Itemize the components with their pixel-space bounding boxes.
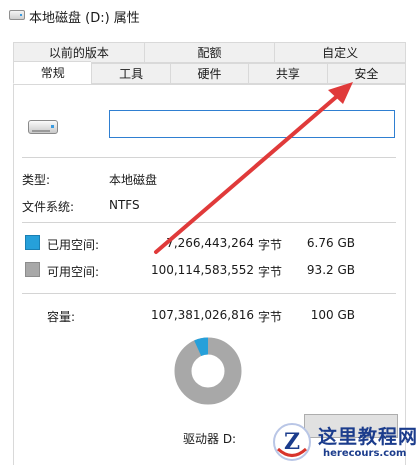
type-value: 本地磁盘 [109,173,158,187]
capacity-bytes: 107,381,026,816 [150,308,254,322]
free-space-swatch [25,262,40,277]
used-space-size: 6.76 GB [306,236,355,250]
title-bar: 本地磁盘 (D:) 属性 [0,0,417,30]
free-space-label: 可用空间: [47,265,100,279]
capacity-size: 100 GB [310,308,355,322]
properties-window: 本地磁盘 (D:) 属性 以前的版本 配额 自定义 常规 工具 硬件 共享 安全… [0,0,417,465]
divider [22,222,396,223]
drive-icon [9,10,25,20]
file-system-value: NTFS [109,198,140,212]
free-space-unit: 字节 [258,265,283,279]
tab-row-back: 以前的版本 配额 自定义 [13,42,407,63]
divider [22,157,396,158]
tab-hardware[interactable]: 硬件 [169,63,249,84]
tab-security[interactable]: 安全 [326,63,407,84]
usage-donut-chart [174,337,242,405]
watermark-url: herecours.com [323,448,407,459]
capacity-unit: 字节 [258,310,283,324]
tab-tools[interactable]: 工具 [91,63,170,84]
site-watermark: Z 这里教程网 herecours.com [268,420,417,465]
divider [22,293,396,294]
tab-previous-versions[interactable]: 以前的版本 [13,42,144,63]
watermark-title: 这里教程网 [318,426,417,448]
used-space-bytes: 7,266,443,264 [166,236,254,250]
used-space-unit: 字节 [258,238,283,252]
hard-drive-icon [28,120,58,134]
watermark-letter: Z [284,429,300,455]
used-space-swatch [25,235,40,250]
capacity-label: 容量: [47,310,76,324]
window-title: 本地磁盘 (D:) 属性 [29,11,140,26]
tab-customize[interactable]: 自定义 [274,42,407,63]
tab-row-front: 常规 工具 硬件 共享 安全 [13,61,407,84]
file-system-label: 文件系统: [22,200,75,214]
tab-sharing[interactable]: 共享 [248,63,327,84]
watermark-logo-icon: Z [273,423,311,461]
free-space-bytes: 100,114,583,552 [150,263,254,277]
used-space-label: 已用空间: [47,238,100,252]
type-label: 类型: [22,173,51,187]
tab-quota[interactable]: 配额 [143,42,275,63]
free-space-size: 93.2 GB [306,263,355,277]
tab-general[interactable]: 常规 [13,61,92,84]
drive-letter-label: 驱动器 D: [183,432,237,446]
drive-name-input[interactable] [109,110,395,138]
